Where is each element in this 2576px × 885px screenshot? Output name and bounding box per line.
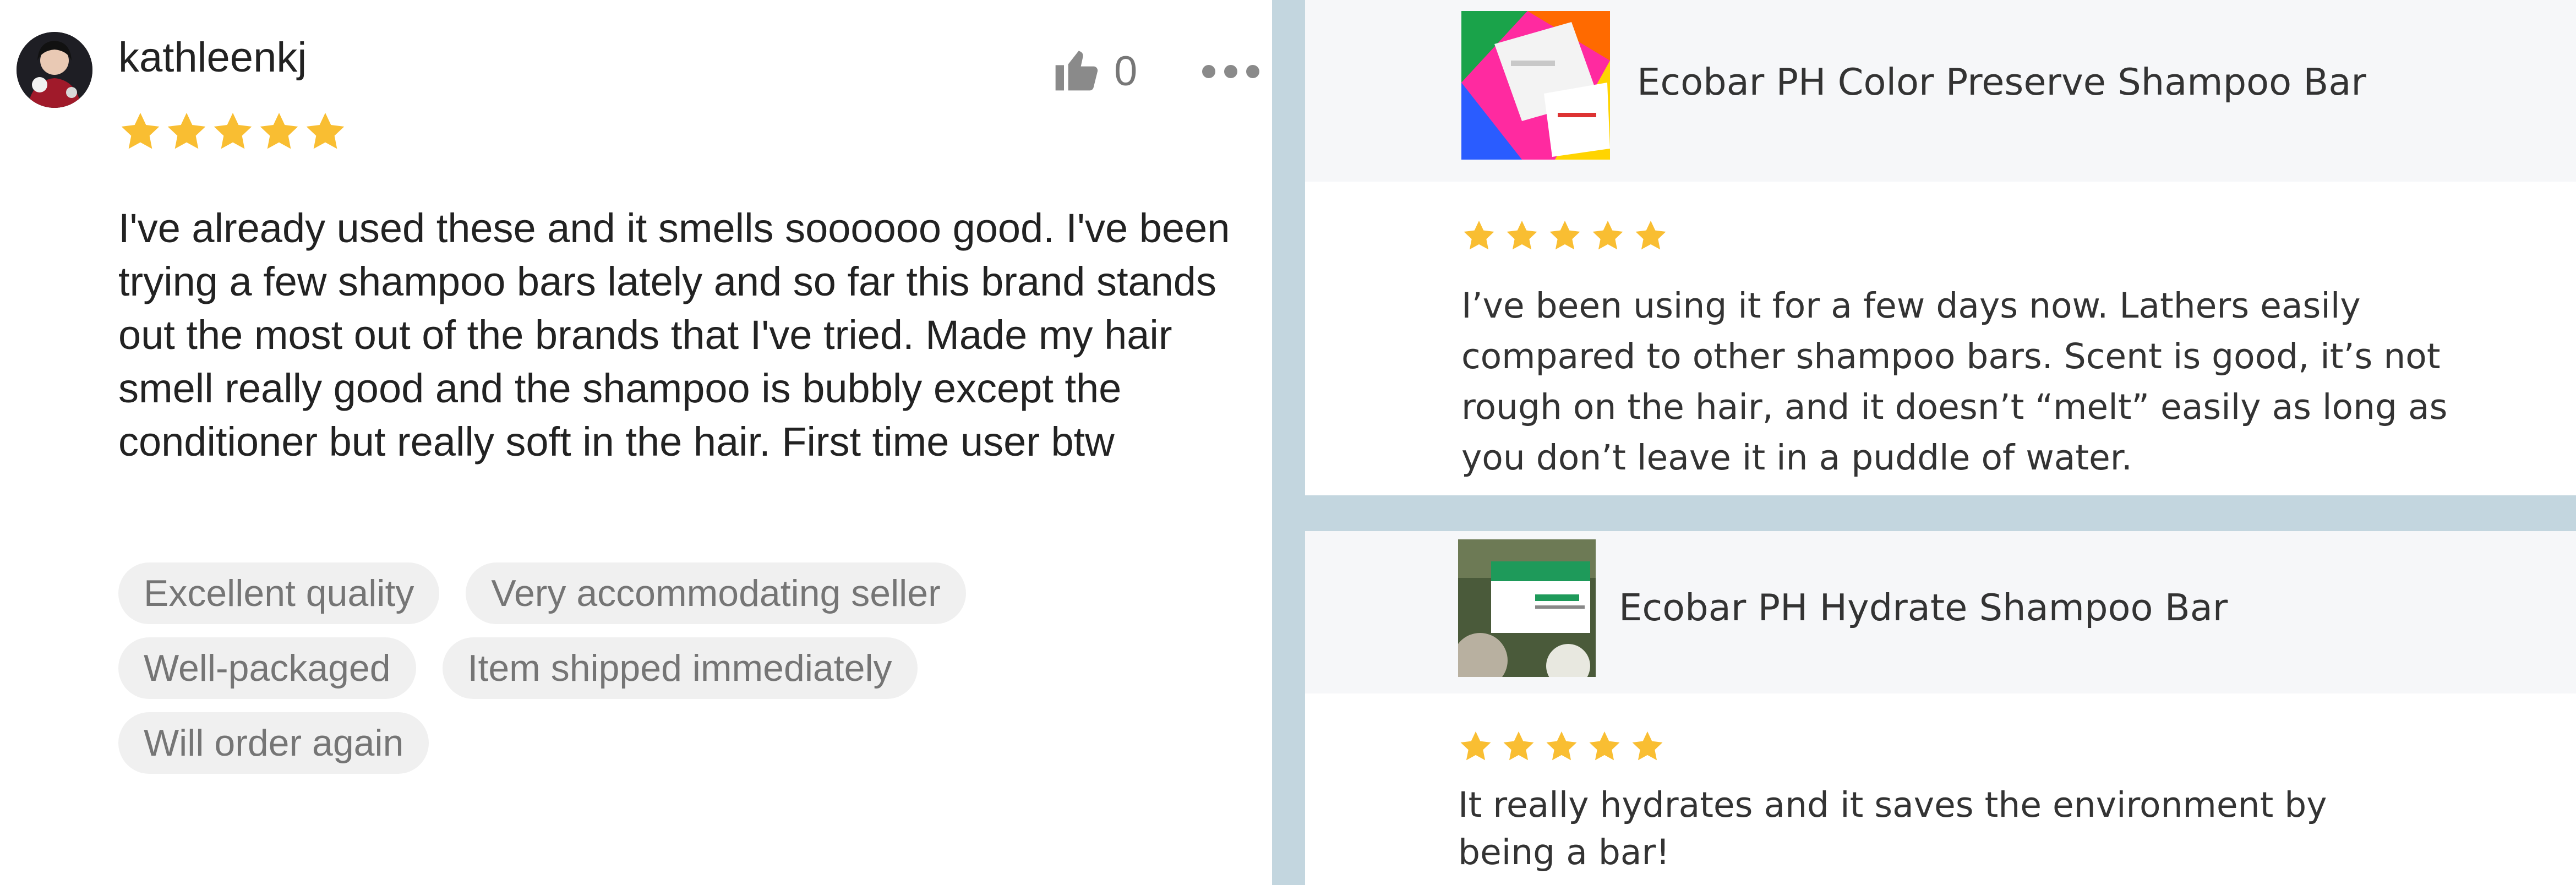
star-icon (121, 113, 160, 149)
review-tag: Very accommodating seller (466, 562, 966, 624)
star-icon (1589, 731, 1620, 761)
rating-stars (1458, 729, 1665, 764)
review-tag: Well-packaged (118, 637, 416, 699)
product-review: I’ve been using it for a few days now. L… (1305, 182, 2576, 495)
star-icon (1464, 221, 1494, 250)
star-icon (1632, 731, 1663, 761)
review-tag: Item shipped immediately (442, 637, 918, 699)
more-options-icon[interactable] (1202, 61, 1259, 83)
star-icon (167, 113, 206, 149)
star-icon (1507, 221, 1537, 250)
product-name[interactable]: Ecobar PH Color Preserve Shampoo Bar (1637, 61, 2366, 103)
product-name[interactable]: Ecobar PH Hydrate Shampoo Bar (1619, 586, 2228, 629)
review-card: kathleenkj 0 I've already used these and… (0, 0, 1272, 885)
product-header[interactable]: Ecobar PH Hydrate Shampoo Bar (1305, 531, 2576, 693)
review-body: I've already used these and it smells so… (118, 205, 1230, 465)
review-tags: Excellent quality Very accommodating sel… (118, 562, 1219, 787)
product-thumbnail[interactable] (1458, 539, 1596, 677)
rating-stars (118, 110, 347, 160)
like-count: 0 (1114, 48, 1138, 95)
star-icon (1549, 221, 1580, 250)
product-reviews-panel: Ecobar PH Color Preserve Shampoo Bar I’v… (1272, 0, 2576, 885)
star-icon (260, 113, 298, 149)
review-body: It really hydrates and it saves the envi… (1458, 785, 2327, 872)
review-tag: Excellent quality (118, 562, 440, 624)
product-thumbnail[interactable] (1461, 11, 1610, 160)
rating-stars (1461, 218, 1668, 254)
star-icon (1460, 731, 1491, 761)
review-body: I’ve been using it for a few days now. L… (1461, 286, 2448, 478)
review-tag: Will order again (118, 712, 429, 774)
star-icon (1592, 221, 1623, 250)
star-icon (306, 113, 345, 149)
avatar[interactable] (17, 32, 92, 108)
product-header[interactable]: Ecobar PH Color Preserve Shampoo Bar (1305, 0, 2576, 182)
star-icon (214, 113, 252, 149)
star-icon (1635, 221, 1666, 250)
star-icon (1503, 731, 1534, 761)
star-icon (1546, 731, 1577, 761)
product-review: It really hydrates and it saves the envi… (1305, 693, 2576, 885)
thumbs-up-icon[interactable] (1051, 44, 1102, 95)
username[interactable]: kathleenkj (118, 30, 307, 85)
